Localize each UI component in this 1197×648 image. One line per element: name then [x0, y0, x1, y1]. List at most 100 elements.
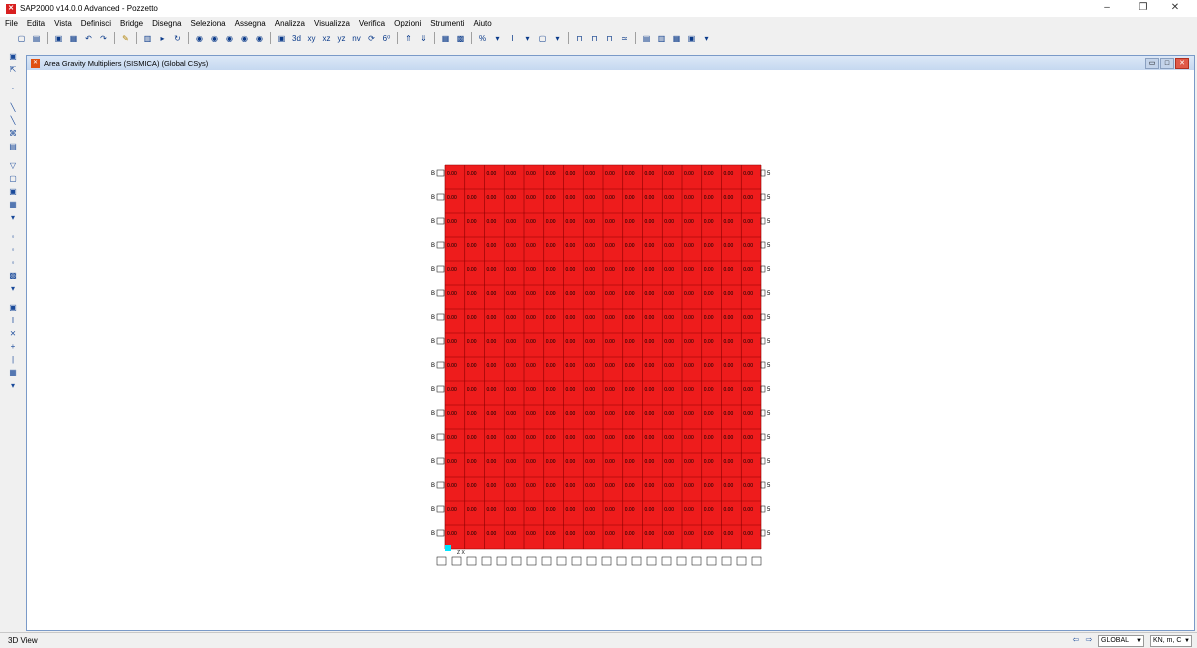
view-xy-button[interactable]: xy [306, 33, 317, 44]
table-icon[interactable]: ▥ [656, 33, 667, 44]
view-yz-button[interactable]: yz [336, 33, 347, 44]
move-down-icon[interactable]: ⇓ [418, 33, 429, 44]
cell-multiplier-label: 0.00 [585, 171, 595, 177]
cell-multiplier-label: 0.00 [447, 291, 457, 297]
perspective-button[interactable]: 6⁰ [381, 33, 392, 44]
cell-multiplier-label: 0.00 [625, 315, 635, 321]
menu-tools[interactable]: Strumenti [425, 19, 468, 28]
draw-cable-icon[interactable]: ╲ [8, 115, 19, 126]
lock-icon[interactable]: ▥ [142, 33, 153, 44]
view-xz-button[interactable]: xz [321, 33, 332, 44]
menu-file[interactable]: File [0, 19, 22, 28]
show-frame-forces-icon[interactable]: ⊓ [574, 33, 585, 44]
draw-solid-icon[interactable]: ▦ [8, 199, 19, 210]
view-restore-button[interactable]: ▭ [1145, 58, 1159, 69]
view-3d-button[interactable]: 3d [291, 33, 302, 44]
concrete-design-icon[interactable]: ▣ [686, 33, 697, 44]
dropdown-arrow-icon[interactable]: ▾ [492, 33, 503, 44]
menu-edit[interactable]: Edita [22, 19, 49, 28]
pan-icon[interactable]: ◉ [254, 33, 265, 44]
print-icon[interactable]: ▦ [68, 33, 79, 44]
run-analysis-icon[interactable]: ▸ [157, 33, 168, 44]
intersect-line-icon[interactable]: ▩ [8, 270, 19, 281]
menu-bridge[interactable]: Bridge [115, 19, 147, 28]
dropdown-arrow-icon[interactable]: ▾ [522, 33, 533, 44]
zoom-window-icon[interactable]: ◉ [194, 33, 205, 44]
menu-view[interactable]: Vista [49, 19, 76, 28]
view-nv-button[interactable]: nv [351, 33, 362, 44]
dropdown-arrow-icon[interactable]: ▾ [552, 33, 563, 44]
menu-design[interactable]: Verifica [354, 19, 389, 28]
arrow-left-icon[interactable]: ⇦ [1071, 635, 1081, 645]
object-shrink-icon[interactable]: ▦ [440, 33, 451, 44]
view-maximize-button[interactable]: □ [1160, 58, 1174, 69]
clear-selection-icon[interactable]: ◦ [8, 257, 19, 268]
quick-frame-icon[interactable]: ▤ [8, 141, 19, 152]
snap-ends-icon[interactable]: I [8, 315, 19, 326]
sap2000-app-icon[interactable]: ✕ [6, 3, 16, 14]
menu-options[interactable]: Opzioni [389, 19, 425, 28]
menu-define[interactable]: Definisci [76, 19, 115, 28]
move-up-icon[interactable]: ⇑ [403, 33, 414, 44]
menu-display[interactable]: Visualizza [309, 19, 354, 28]
coord-system-select[interactable]: GLOBAL ▼ [1098, 635, 1144, 647]
row-label-right: 5 [767, 483, 771, 489]
undo-icon[interactable]: ↶ [83, 33, 94, 44]
menu-select[interactable]: Seleziona [185, 19, 229, 28]
draw-frame-icon[interactable]: ╲ [8, 102, 19, 113]
show-stress-icon[interactable]: ⊓ [604, 33, 615, 44]
restore-view-icon[interactable]: ◉ [209, 33, 220, 44]
zoom-in-icon[interactable]: ◉ [224, 33, 235, 44]
zoom-out-icon[interactable]: ◉ [239, 33, 250, 44]
rotate-3d-icon[interactable]: ⟳ [366, 33, 377, 44]
rubber-band-zoom-icon[interactable]: ↻ [172, 33, 183, 44]
menu-draw[interactable]: Disegna [147, 19, 185, 28]
new-model-icon[interactable]: ▢ [16, 33, 27, 44]
cell-multiplier-label: 0.00 [743, 315, 753, 321]
reshape-icon[interactable]: ⇱ [8, 64, 19, 75]
menu-assign[interactable]: Assegna [230, 19, 270, 28]
show-undeformed-icon[interactable]: I [507, 33, 518, 44]
show-deformed-icon[interactable]: ▢ [537, 33, 548, 44]
menu-analyze[interactable]: Analizza [270, 19, 309, 28]
more-snap-icon[interactable]: ▾ [8, 380, 19, 391]
view-close-button[interactable]: ✕ [1175, 58, 1189, 69]
snap-intersections-icon[interactable]: ⨯ [8, 328, 19, 339]
units-select[interactable]: KN, m, C ▼ [1150, 635, 1192, 647]
close-button[interactable]: ✕ [1160, 0, 1190, 17]
maximize-button[interactable]: ❐ [1128, 0, 1158, 17]
draw-point-icon[interactable]: · [8, 83, 19, 94]
minimize-button[interactable]: – [1092, 0, 1122, 17]
snap-lines-icon[interactable]: | [8, 354, 19, 365]
toolbar-separator [635, 32, 636, 44]
quick-area-icon[interactable]: ▣ [8, 186, 19, 197]
save-icon[interactable]: ▣ [53, 33, 64, 44]
more-select-icon[interactable]: ▾ [8, 283, 19, 294]
draw-poly-area-icon[interactable]: ▽ [8, 160, 19, 171]
assign-percent-icon[interactable]: % [477, 33, 488, 44]
set-3d-view-icon[interactable]: ▣ [276, 33, 287, 44]
cell-multiplier-label: 0.00 [585, 315, 595, 321]
more-draw-icon[interactable]: ▾ [8, 212, 19, 223]
draw-link-icon[interactable]: ⌘ [8, 128, 19, 139]
design-icon[interactable]: ▤ [641, 33, 652, 44]
menu-help[interactable]: Aiuto [468, 19, 495, 28]
model-canvas[interactable]: B 5 0.00 0.00 0.00 0.00 0.00 0.00 0.00 0.00 0.00 0.… [27, 70, 1194, 630]
snap-fine-grid-icon[interactable]: ▦ [8, 367, 19, 378]
pointer-icon[interactable]: ▣ [8, 51, 19, 62]
get-previous-icon[interactable]: ◦ [8, 244, 19, 255]
redo-icon[interactable]: ↷ [98, 33, 109, 44]
draw-rect-area-icon[interactable]: ▢ [8, 173, 19, 184]
open-icon[interactable]: ▤ [31, 33, 42, 44]
show-shell-forces-icon[interactable]: ⊓ [589, 33, 600, 44]
snap-perpendicular-icon[interactable]: + [8, 341, 19, 352]
steel-design-icon[interactable]: ▦ [671, 33, 682, 44]
select-all-icon[interactable]: ◦ [8, 231, 19, 242]
refresh-window-icon[interactable]: ✎ [120, 33, 131, 44]
more-tools-icon[interactable]: ▾ [701, 33, 712, 44]
set-display-options-icon[interactable]: ▩ [455, 33, 466, 44]
snap-points-icon[interactable]: ▣ [8, 302, 19, 313]
show-virtual-work-icon[interactable]: ≃ [619, 33, 630, 44]
arrow-right-icon[interactable]: ⇨ [1084, 635, 1094, 645]
base-support-box [646, 556, 657, 566]
